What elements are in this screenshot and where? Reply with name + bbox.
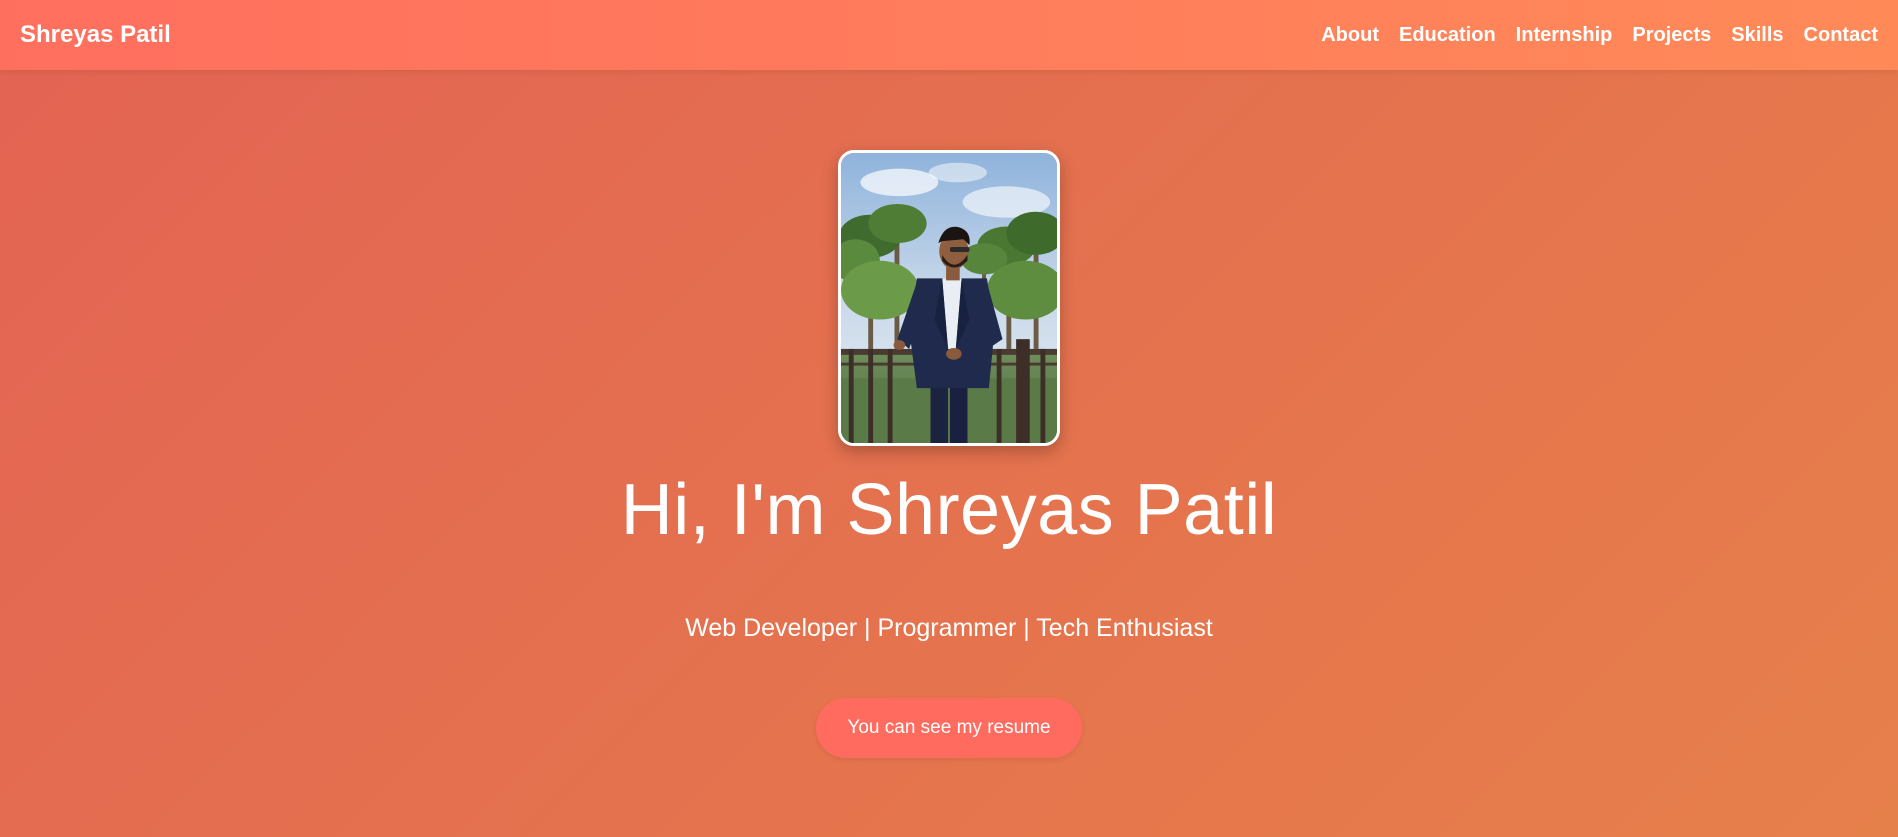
nav-link-projects[interactable]: Projects — [1632, 24, 1711, 47]
nav-link-about[interactable]: About — [1321, 24, 1379, 47]
nav-link-internship[interactable]: Internship — [1516, 24, 1613, 47]
hero-subtitle: Web Developer | Programmer | Tech Enthus… — [685, 614, 1213, 643]
navbar: Shreyas Patil About Education Internship… — [0, 0, 1898, 70]
profile-photo — [838, 150, 1060, 446]
nav-link-contact[interactable]: Contact — [1804, 24, 1878, 47]
nav-link-skills[interactable]: Skills — [1731, 24, 1783, 47]
nav-links: About Education Internship Projects Skil… — [1321, 24, 1878, 47]
profile-photo-image — [841, 153, 1057, 443]
nav-link-education[interactable]: Education — [1399, 24, 1496, 47]
hero-title: Hi, I'm Shreyas Patil — [620, 470, 1278, 550]
resume-button[interactable]: You can see my resume — [816, 698, 1082, 759]
hero-section: Hi, I'm Shreyas Patil Web Developer | Pr… — [0, 70, 1898, 837]
brand-logo[interactable]: Shreyas Patil — [20, 21, 171, 49]
